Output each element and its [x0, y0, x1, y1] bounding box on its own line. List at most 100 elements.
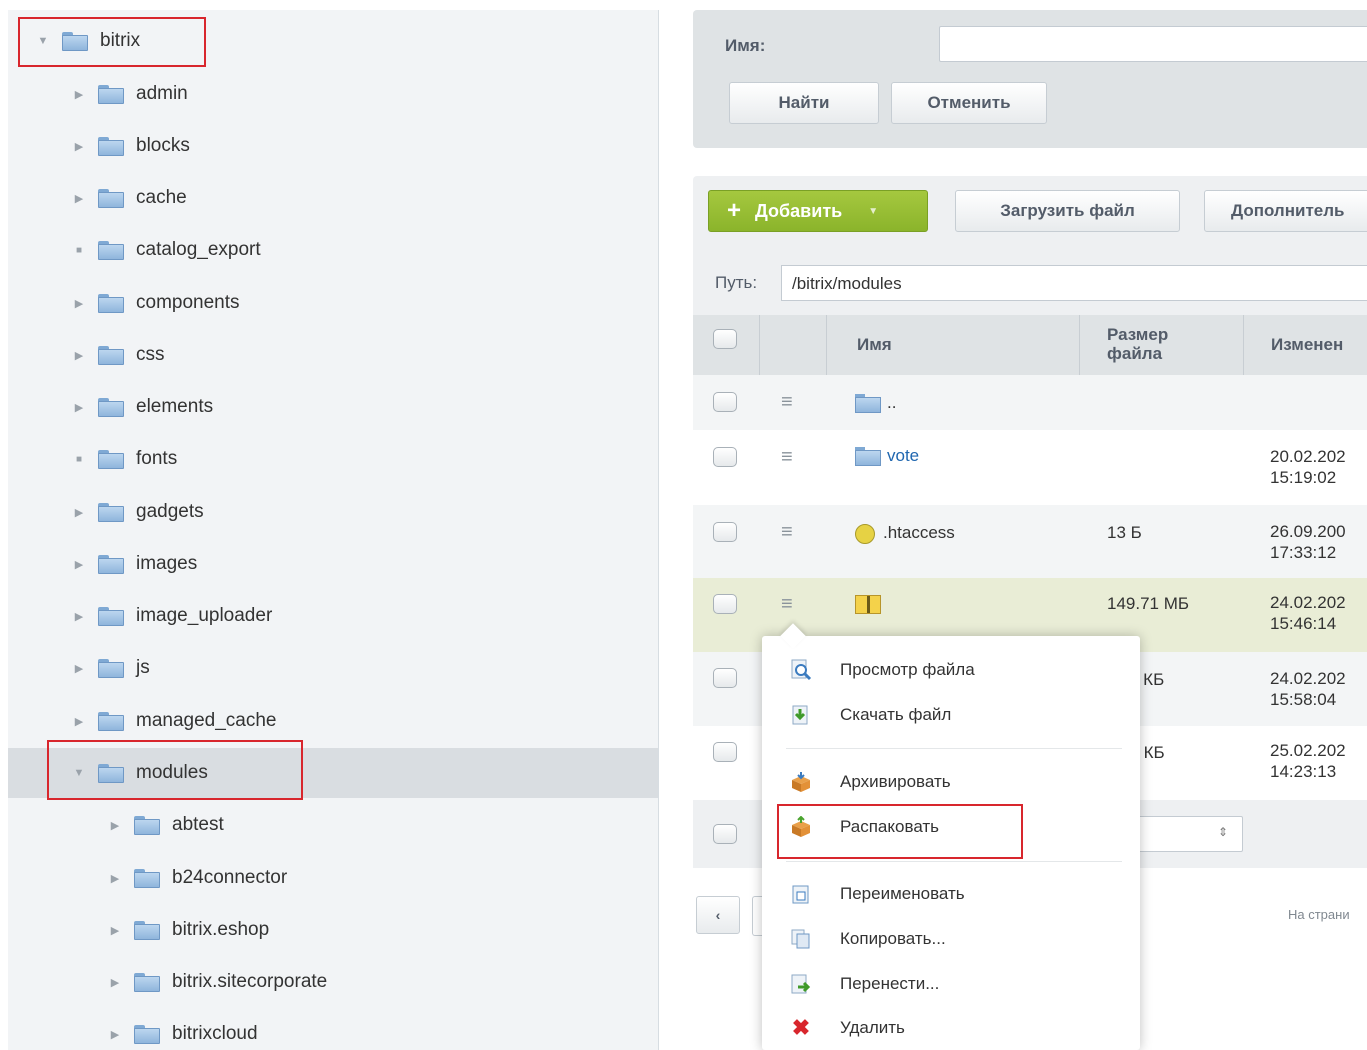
column-modified-header[interactable]: Изменен	[1271, 335, 1343, 355]
tree-item-label: b24connector	[172, 867, 288, 888]
tree-item-label: cache	[136, 187, 187, 208]
tree-item-label: bitrix.eshop	[172, 919, 270, 940]
row-name[interactable]: ..	[855, 393, 896, 414]
row-menu-icon[interactable]: ≡	[781, 447, 801, 467]
menu-item-archive[interactable]: Архивировать	[762, 762, 1140, 802]
collapse-arrow-icon[interactable]: ▶	[72, 558, 86, 571]
row-name[interactable]: vote	[855, 446, 920, 467]
collapse-arrow-icon[interactable]: ▶	[72, 506, 86, 519]
column-name-header[interactable]: Имя	[857, 335, 892, 355]
menu-item-copy[interactable]: Копировать...	[762, 919, 1140, 959]
tree-item-gadgets[interactable]: ▶ gadgets	[8, 487, 658, 537]
row-name-text: vote	[887, 446, 920, 465]
menu-item-delete[interactable]: ✖ Удалить	[762, 1008, 1140, 1048]
collapse-arrow-icon[interactable]: ▶	[72, 401, 86, 414]
menu-item-move[interactable]: Перенести...	[762, 964, 1140, 1004]
tree-item-bitrix-eshop[interactable]: ▶ bitrix.eshop	[8, 905, 658, 955]
tree-item-bitrixcloud[interactable]: ▶ bitrixcloud	[8, 1009, 658, 1050]
row-date: 24.02.202	[1270, 669, 1346, 688]
row-menu-icon[interactable]: ≡	[781, 594, 801, 614]
move-icon	[788, 973, 814, 995]
tree-item-images[interactable]: ▶ images	[8, 539, 658, 589]
row-checkbox[interactable]	[713, 742, 737, 762]
tree-item-elements[interactable]: ▶ elements	[8, 382, 658, 432]
row-modified: 24.02.202 15:58:04	[1270, 668, 1346, 710]
collapse-arrow-icon[interactable]: ▶	[108, 976, 122, 989]
tree-item-catalog-export[interactable]: ■ catalog_export	[8, 225, 658, 275]
tree-item-label: images	[136, 553, 198, 574]
tree-item-label: components	[136, 292, 240, 313]
menu-item-rename[interactable]: Переименовать	[762, 874, 1140, 914]
menu-item-label: Перенести...	[840, 974, 940, 993]
folder-icon	[855, 447, 881, 467]
column-size-header[interactable]: Размер файла	[1107, 325, 1168, 363]
add-button[interactable]: + Добавить ▼	[708, 190, 928, 232]
action-select[interactable]: ⇕	[1123, 816, 1243, 852]
name-filter-label: Имя:	[725, 36, 766, 55]
column-divider	[1243, 315, 1244, 375]
row-modified: 24.02.202 15:46:14	[1270, 592, 1346, 634]
collapse-arrow-icon[interactable]: ▶	[72, 192, 86, 205]
tree-item-fonts[interactable]: ■ fonts	[8, 434, 658, 484]
tree-item-components[interactable]: ▶ components	[8, 278, 658, 328]
prev-page-button[interactable]: ‹	[696, 896, 740, 934]
row-checkbox[interactable]	[713, 668, 737, 688]
row-date: 25.02.202	[1270, 741, 1346, 760]
tree-item-bitrix-sitecorporate[interactable]: ▶ bitrix.sitecorporate	[8, 957, 658, 1007]
tree-item-blocks[interactable]: ▶ blocks	[8, 121, 658, 171]
collapse-arrow-icon[interactable]: ▶	[72, 88, 86, 101]
row-name[interactable]	[855, 594, 881, 615]
select-all-checkbox[interactable]	[713, 329, 737, 349]
folder-icon	[134, 815, 160, 835]
row-checkbox[interactable]	[713, 522, 737, 542]
folder-icon	[98, 397, 124, 417]
menu-item-download-file[interactable]: Скачать файл	[762, 695, 1140, 735]
collapse-arrow-icon[interactable]: ▶	[108, 872, 122, 885]
tree-item-admin[interactable]: ▶ admin	[8, 69, 658, 119]
folder-icon	[134, 868, 160, 888]
tree-item-css[interactable]: ▶ css	[8, 330, 658, 380]
archive-icon	[855, 595, 881, 615]
tree-item-label: admin	[136, 83, 188, 104]
tree-item-js[interactable]: ▶ js	[8, 643, 658, 693]
row-time: 14:23:13	[1270, 762, 1337, 781]
menu-item-label: Переименовать	[840, 884, 965, 903]
table-row[interactable]: ≡ ..	[693, 375, 1367, 430]
folder-icon	[98, 293, 124, 313]
collapse-arrow-icon[interactable]: ▶	[108, 819, 122, 832]
row-name[interactable]: .htaccess	[855, 523, 955, 544]
table-row[interactable]: ≡ .htaccess 13 Б 26.09.200 17:33:12	[693, 505, 1367, 578]
tree-item-cache[interactable]: ▶ cache	[8, 173, 658, 223]
folder-icon	[98, 502, 124, 522]
upload-file-button[interactable]: Загрузить файл	[955, 190, 1180, 232]
row-checkbox[interactable]	[713, 392, 737, 412]
row-date: 24.02.202	[1270, 593, 1346, 612]
row-menu-icon[interactable]: ≡	[781, 392, 801, 412]
collapse-arrow-icon[interactable]: ▶	[72, 297, 86, 310]
collapse-arrow-icon[interactable]: ▶	[108, 924, 122, 937]
collapse-arrow-icon[interactable]: ▶	[72, 610, 86, 623]
collapse-arrow-icon[interactable]: ▶	[72, 349, 86, 362]
collapse-arrow-icon[interactable]: ▶	[72, 140, 86, 153]
footer-checkbox[interactable]	[713, 824, 737, 844]
tree-item-b24connector[interactable]: ▶ b24connector	[8, 853, 658, 903]
more-button[interactable]: Дополнитель	[1204, 190, 1367, 232]
row-modified: 20.02.202 15:19:02	[1270, 446, 1346, 488]
tree-item-abtest[interactable]: ▶ abtest	[8, 800, 658, 850]
table-row[interactable]: ≡ vote 20.02.202 15:19:02	[693, 430, 1367, 505]
collapse-arrow-icon[interactable]: ▶	[72, 662, 86, 675]
find-button[interactable]: Найти	[729, 82, 879, 124]
row-checkbox[interactable]	[713, 447, 737, 467]
collapse-arrow-icon[interactable]: ▶	[108, 1028, 122, 1041]
row-checkbox[interactable]	[713, 594, 737, 614]
name-filter-input[interactable]	[939, 26, 1367, 62]
folder-icon	[134, 1024, 160, 1044]
row-menu-icon[interactable]: ≡	[781, 522, 801, 542]
collapse-arrow-icon[interactable]: ▶	[72, 715, 86, 728]
menu-item-view-file[interactable]: Просмотр файла	[762, 650, 1140, 690]
path-input[interactable]: /bitrix/modules	[781, 265, 1367, 301]
row-date: 20.02.202	[1270, 447, 1346, 466]
tree-item-image-uploader[interactable]: ▶ image_uploader	[8, 591, 658, 641]
tree-item-managed-cache[interactable]: ▶ managed_cache	[8, 696, 658, 746]
cancel-button[interactable]: Отменить	[891, 82, 1047, 124]
